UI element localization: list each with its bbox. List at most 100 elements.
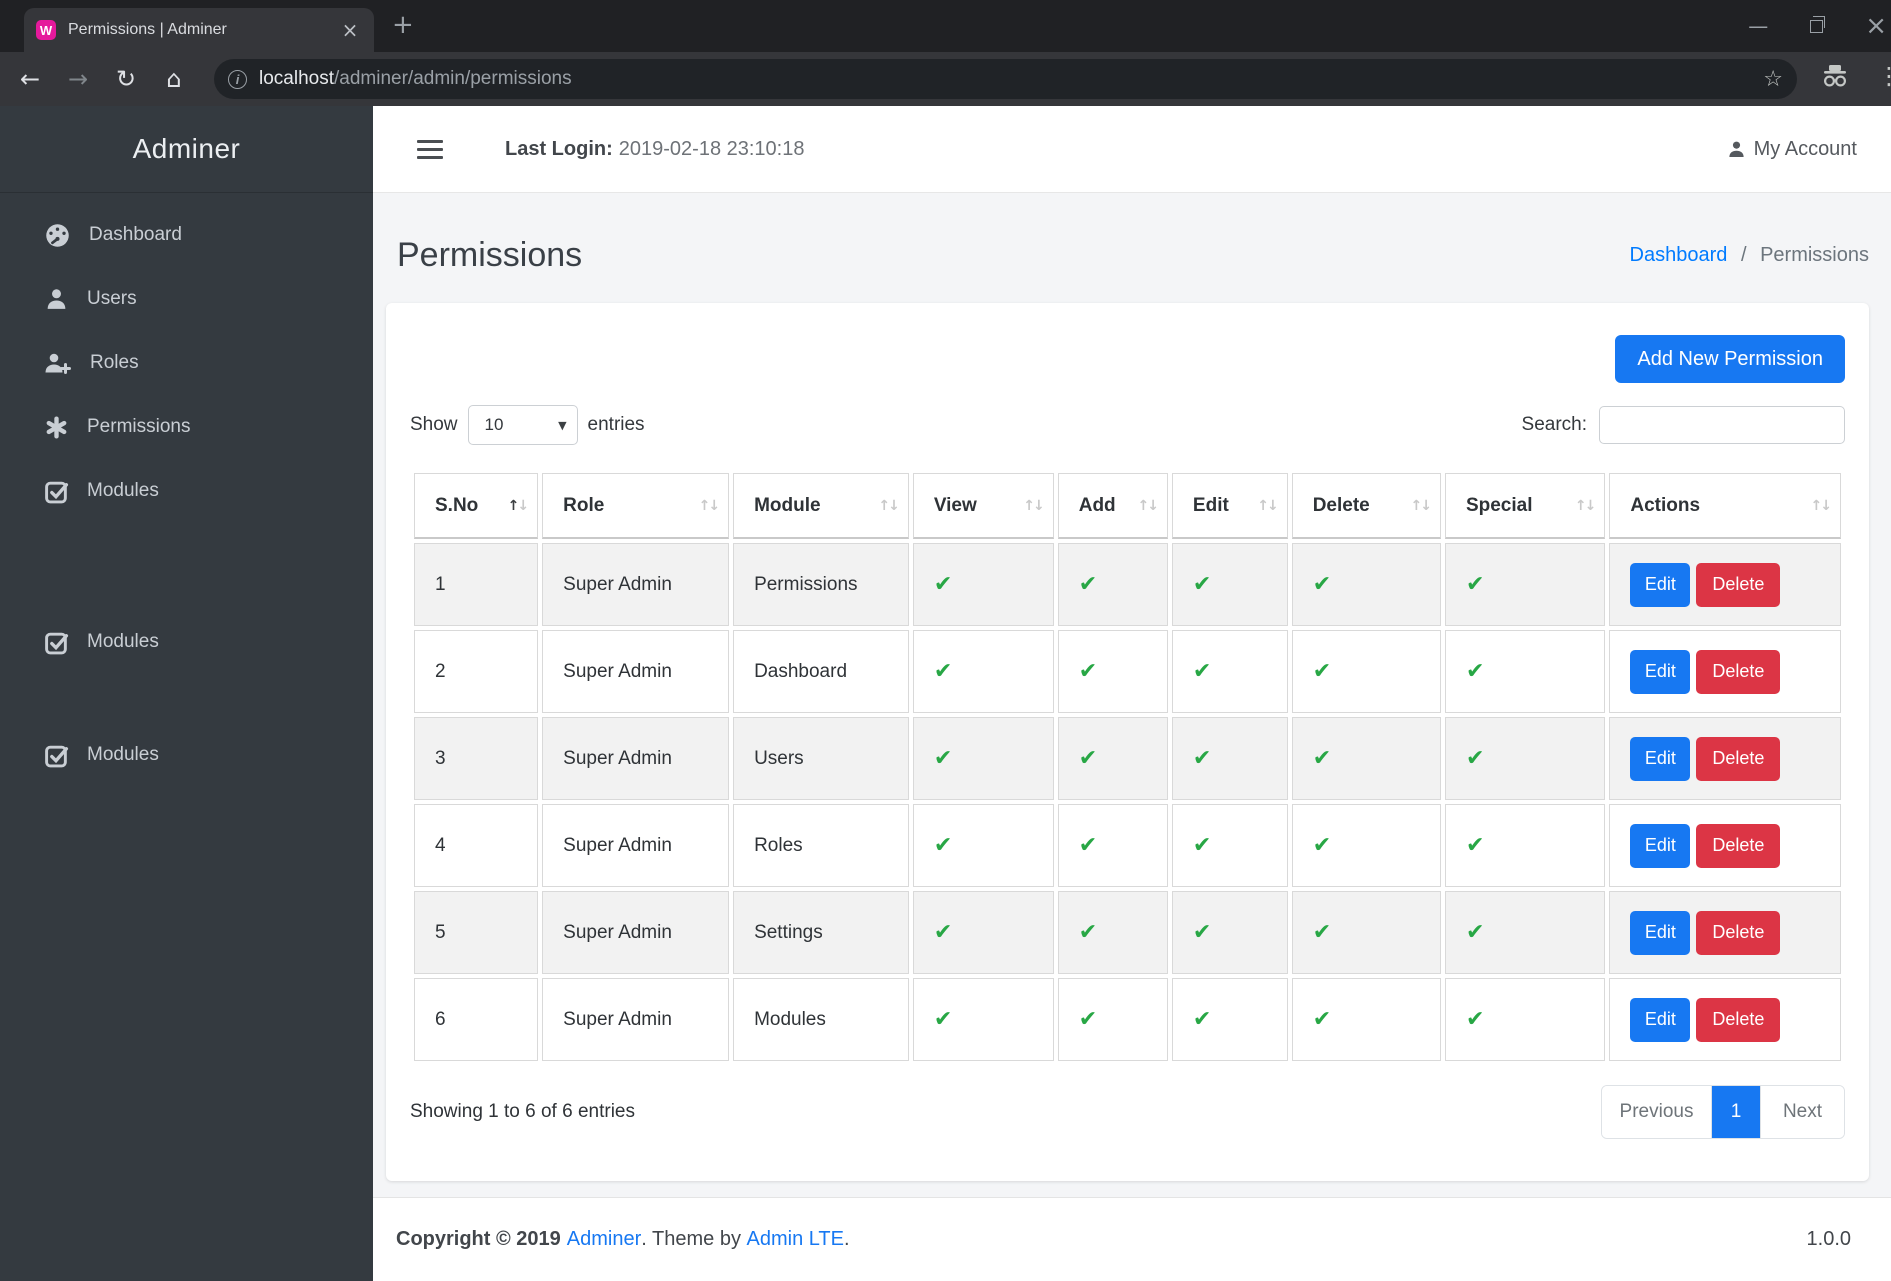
column-header-role[interactable]: Role ↑↓	[542, 473, 730, 539]
hamburger-icon[interactable]	[417, 139, 443, 159]
sort-icons: ↑↓	[878, 497, 899, 514]
check-icon: ✔	[1312, 659, 1332, 684]
check-icon: ✔	[933, 659, 953, 684]
new-tab-icon[interactable]: +	[392, 12, 414, 38]
check-icon: ✔	[1192, 833, 1212, 858]
sort-icons: ↑↓	[1257, 497, 1278, 514]
footer-theme-link[interactable]: Admin LTE	[747, 1228, 844, 1251]
cell-module: Modules	[733, 978, 909, 1061]
back-icon[interactable]: ←	[6, 65, 54, 93]
delete-button[interactable]: Delete	[1696, 562, 1781, 607]
sidebar-item-dashboard[interactable]: Dashboard	[0, 213, 373, 257]
cell-role: Super Admin	[542, 978, 730, 1061]
column-label: Edit	[1192, 494, 1229, 516]
sidebar-item-roles[interactable]: Roles	[0, 341, 373, 385]
sidebar-item-label: Modules	[87, 744, 159, 765]
last-login: Last Login: 2019-02-18 23:10:18	[505, 138, 804, 161]
sidebar-item-permissions[interactable]: Permissions	[0, 405, 373, 449]
sidebar-item-modules[interactable]: Modules	[0, 620, 373, 664]
search-input[interactable]	[1599, 406, 1845, 444]
cell-module: Users	[733, 717, 909, 800]
column-header-actions[interactable]: Actions ↑↓	[1609, 473, 1841, 539]
column-header-module[interactable]: Module ↑↓	[733, 473, 909, 539]
cell-module: Settings	[733, 891, 909, 974]
column-header-view[interactable]: View ↑↓	[912, 473, 1054, 539]
check-icon: ✔	[1192, 1007, 1212, 1032]
add-new-permission-button[interactable]: Add New Permission	[1615, 335, 1845, 383]
edit-button[interactable]: Edit	[1630, 649, 1691, 694]
info-icon[interactable]: i	[228, 69, 247, 89]
column-label: Delete	[1312, 494, 1370, 516]
cell-role: Super Admin	[542, 804, 730, 887]
url-text: localhost/adminer/admin/permissions	[259, 68, 572, 90]
edit-button[interactable]: Edit	[1630, 910, 1691, 955]
check-square-icon	[45, 481, 69, 503]
dashboard-icon	[46, 223, 69, 247]
entries-select[interactable]: 10 ▼	[467, 405, 578, 445]
column-header-special[interactable]: Special ↑↓	[1444, 473, 1606, 539]
column-header-delete[interactable]: Delete ↑↓	[1291, 473, 1441, 539]
home-icon[interactable]: ⌂	[150, 65, 198, 93]
check-icon: ✔	[1192, 920, 1212, 945]
edit-button[interactable]: Edit	[1630, 736, 1691, 781]
browser-window: W Permissions | Adminer × + — × ← → ↻ ⌂ …	[0, 0, 1891, 1281]
column-label: S.No	[435, 494, 479, 516]
cell-sno: 1	[414, 543, 539, 626]
sidebar-item-modules[interactable]: Modules	[0, 469, 373, 513]
check-icon: ✔	[1312, 920, 1332, 945]
close-icon[interactable]: ×	[1865, 11, 1887, 41]
pagination-previous[interactable]: Previous	[1602, 1086, 1712, 1138]
check-icon: ✔	[1078, 659, 1098, 684]
version-text: 1.0.0	[1806, 1228, 1851, 1250]
pagination-next[interactable]: Next	[1760, 1086, 1844, 1138]
footer-brand-link[interactable]: Adminer	[567, 1228, 641, 1251]
sidebar-item-users[interactable]: Users	[0, 277, 373, 321]
delete-button[interactable]: Delete	[1696, 997, 1781, 1042]
check-icon: ✔	[1312, 746, 1332, 771]
sort-icons: ↑↓	[1137, 497, 1158, 514]
edit-button[interactable]: Edit	[1630, 997, 1691, 1042]
delete-button[interactable]: Delete	[1696, 649, 1781, 694]
delete-button[interactable]: Delete	[1696, 823, 1781, 868]
check-square-icon	[45, 745, 69, 767]
edit-button[interactable]: Edit	[1630, 562, 1691, 607]
cell-module: Roles	[733, 804, 909, 887]
my-account-label: My Account	[1753, 137, 1857, 160]
reload-icon[interactable]: ↻	[102, 65, 150, 93]
sort-icons: ↑↓	[507, 497, 529, 514]
address-bar[interactable]: i localhost/adminer/admin/permissions ☆	[214, 59, 1797, 99]
column-header-sno[interactable]: S.No ↑↓	[414, 473, 539, 539]
browser-tab[interactable]: W Permissions | Adminer ×	[24, 8, 374, 52]
table-row: 3 Super Admin Users ✔ ✔ ✔ ✔ ✔ Edit Delete	[414, 717, 1841, 800]
tab-close-icon[interactable]: ×	[338, 18, 362, 42]
forward-icon[interactable]: →	[54, 65, 102, 93]
my-account-link[interactable]: My Account	[1727, 138, 1857, 161]
column-label: Special	[1465, 494, 1533, 516]
chevron-down-icon: ▼	[558, 418, 567, 432]
sidebar-item-label: Modules	[87, 631, 159, 652]
check-icon: ✔	[933, 920, 953, 945]
sidebar-item-modules[interactable]: Modules	[0, 733, 373, 777]
page-title: Permissions	[397, 235, 583, 274]
column-header-edit[interactable]: Edit ↑↓	[1171, 473, 1288, 539]
column-header-add[interactable]: Add ↑↓	[1057, 473, 1168, 539]
cell-sno: 6	[414, 978, 539, 1061]
restore-icon[interactable]	[1810, 15, 1826, 33]
menu-dots-icon[interactable]: ⋮	[1877, 62, 1891, 90]
footer-end-text: .	[843, 1228, 850, 1250]
pagination-page-1[interactable]: 1	[1712, 1086, 1760, 1138]
breadcrumb-dashboard-link[interactable]: Dashboard	[1630, 244, 1728, 266]
sort-icons: ↑↓	[1410, 497, 1431, 514]
pagination: Previous 1 Next	[1601, 1085, 1845, 1139]
check-icon: ✔	[1312, 1007, 1332, 1032]
brand-title: Adminer	[0, 106, 373, 193]
delete-button[interactable]: Delete	[1696, 910, 1781, 955]
edit-button[interactable]: Edit	[1630, 823, 1691, 868]
delete-button[interactable]: Delete	[1696, 736, 1781, 781]
minimize-icon[interactable]: —	[1748, 14, 1768, 38]
show-label: Show	[410, 414, 458, 435]
bookmark-star-icon[interactable]: ☆	[1763, 67, 1783, 92]
check-icon: ✔	[933, 833, 953, 858]
top-header: Last Login: 2019-02-18 23:10:18 My Accoun…	[373, 106, 1891, 193]
check-icon: ✔	[1465, 920, 1485, 945]
